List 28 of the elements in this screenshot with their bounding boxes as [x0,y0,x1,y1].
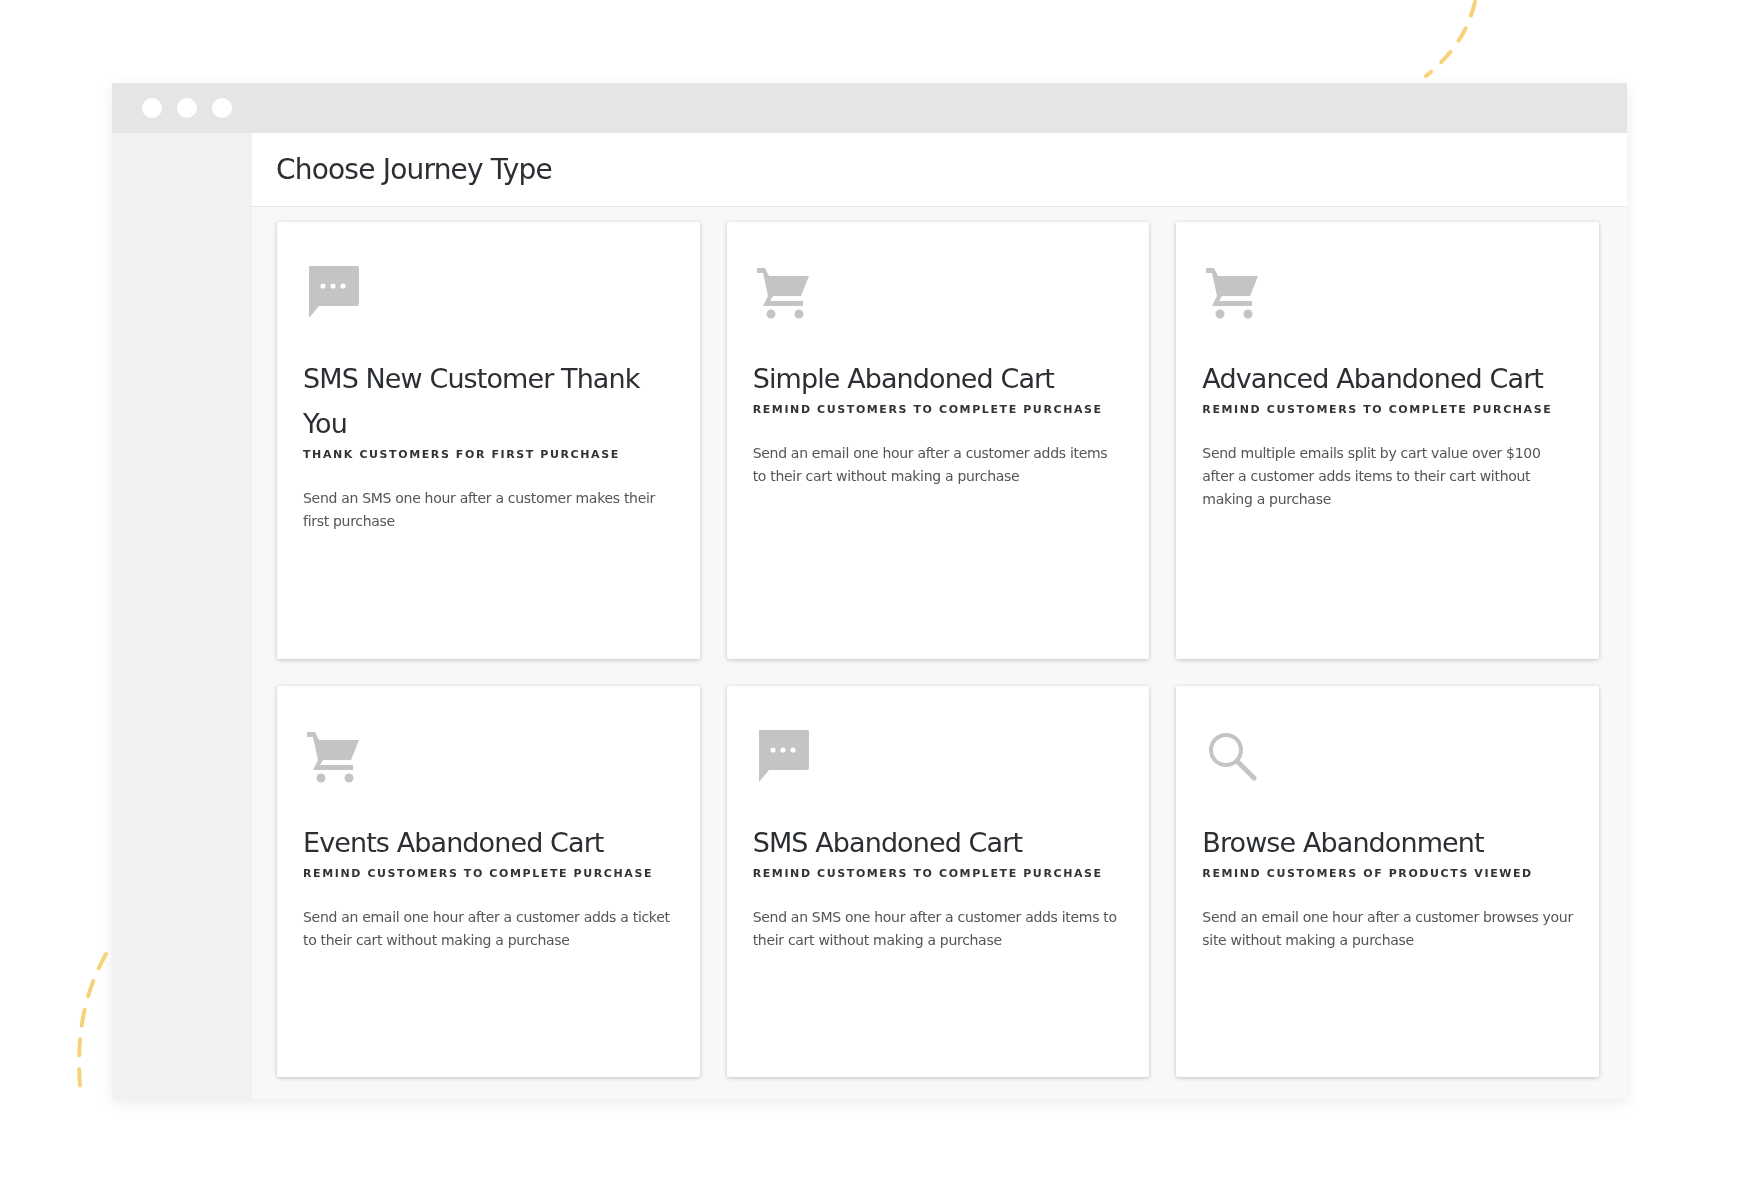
card-description: Send an email one hour after a customer browses your site without making a purchase [1202,907,1573,950]
card-subtitle: REMIND CUSTOMERS TO COMPLETE PURCHASE [1202,403,1554,416]
card-title: SMS New Customer Thank You [303,362,641,441]
card-subtitle: REMIND CUSTOMERS TO COMPLETE PURCHASE [752,866,1104,880]
window-dot [212,98,232,118]
card-title: SMS Abandoned Cart [752,825,1024,860]
journey-card[interactable]: SMS Abandoned Cart REMIND CUSTOMERS TO COMPLETE PURCHASE Send an SMS one hour after a customer adds items to their cart without making a purchase [726,685,1150,1077]
card-subtitle: REMIND CUSTOMERS TO COMPLETE PURCHASE [752,403,1104,416]
card-description: Send an email one hour after a customer adds a ticket to their cart without making a purchase [303,907,671,950]
card-subtitle: REMIND CUSTOMERS OF PRODUCTS VIEWED [1202,866,1534,880]
card-description: Send multiple emails split by cart value over $100 after a customer adds items to their cart without making a purchase [1202,444,1542,509]
card-title: Events Abandoned Cart [303,825,605,860]
journey-card[interactable]: Browse Abandonment REMIND CUSTOMERS OF PRODUCTS VIEWED Send an email one hour after a customer browses your site without making a purchase [1176,685,1599,1077]
card-subtitle: THANK CUSTOMERS FOR FIRST PURCHASE [303,448,621,461]
card-title: Browse Abandonment [1202,825,1485,860]
journey-card[interactable]: Advanced Abandoned Cart REMIND CUSTOMERS TO COMPLETE PURCHASE Send multiple emails split by cart value over $100 after a customer adds items to their cart without making a purchase [1176,222,1599,659]
window-dot [177,98,197,118]
card-description: Send an email one hour after a customer adds items to their cart without making a purchase [752,444,1109,486]
journey-card[interactable]: Simple Abandoned Cart REMIND CUSTOMERS TO COMPLETE PURCHASE Send an email one hour after a customer adds items to their cart without making a purchase [726,222,1150,659]
card-description: Send an SMS one hour after a customer makes their first purchase [303,489,657,531]
journey-card[interactable]: SMS New Customer Thank You THANK CUSTOMERS FOR FIRST PURCHASE Send an SMS one hour after a customer makes their first purchase [277,222,700,659]
journey-card[interactable]: Events Abandoned Cart REMIND CUSTOMERS TO COMPLETE PURCHASE Send an email one hour after a customer adds a ticket to their cart without making a purchase [277,685,700,1077]
card-title: Advanced Abandoned Cart [1202,362,1545,396]
card-description: Send an SMS one hour after a customer adds items to their cart without making a purchase [752,907,1118,950]
page-title: Choose Journey Type [276,153,552,186]
card-title: Simple Abandoned Cart [752,362,1056,396]
card-subtitle: REMIND CUSTOMERS TO COMPLETE PURCHASE [303,866,655,880]
window-dot [142,98,162,118]
